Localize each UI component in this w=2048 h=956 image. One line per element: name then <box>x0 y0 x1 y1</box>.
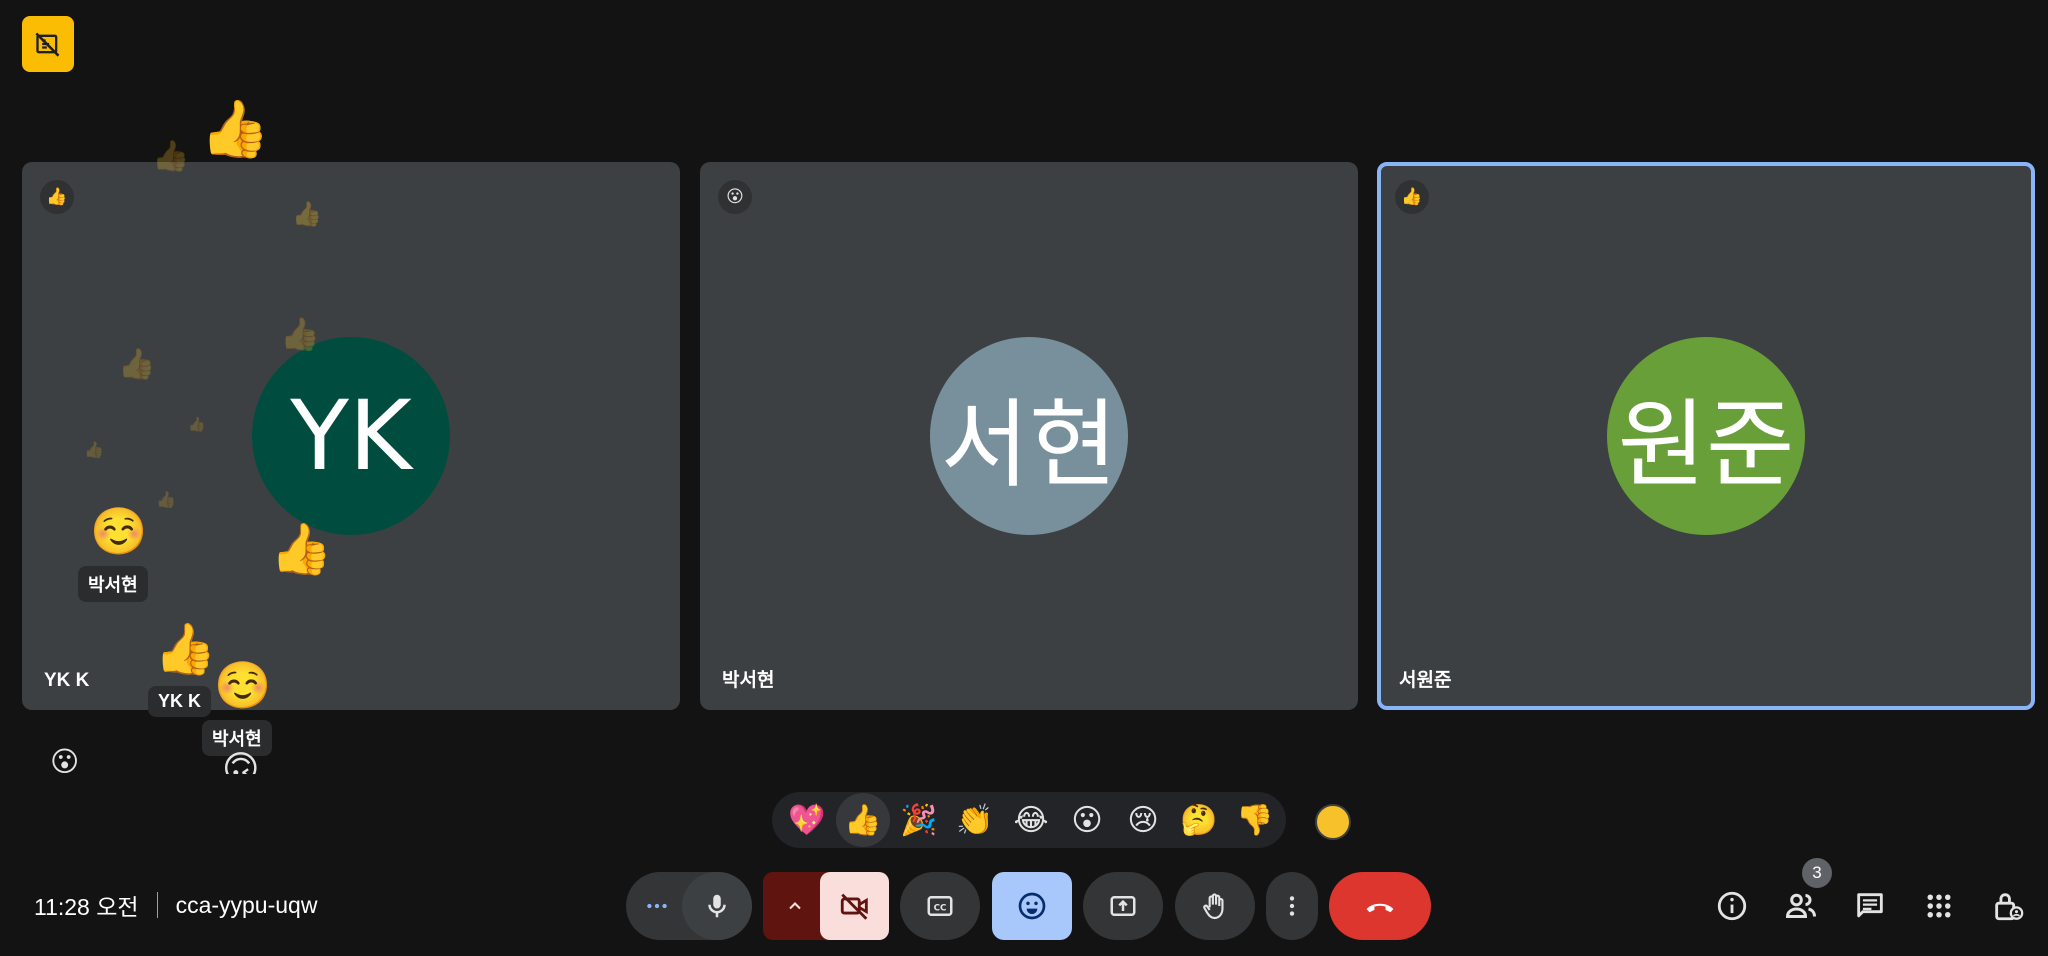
lock-person-icon <box>1995 893 2024 921</box>
avatar: 원준 <box>1607 337 1805 535</box>
reaction-clapping[interactable]: 👏 <box>948 793 1002 847</box>
surprised-face-icon: 😮 <box>718 180 752 214</box>
avatar: YK <box>252 337 450 535</box>
thumbs-up-icon: 👍 <box>84 440 104 459</box>
chevron-up-icon <box>789 902 801 910</box>
meeting-info: 11:28 오전 cca-yypu-uqw <box>34 888 317 922</box>
participant-tile-yk[interactable]: 👍 YK YK K <box>22 162 680 710</box>
reaction-sender-label: 박서현 <box>78 566 148 602</box>
meeting-time: 11:28 오전 <box>34 894 139 920</box>
videocam-off-icon <box>840 893 868 920</box>
reaction-bar: 💖 👍 🎉 👏 😂 😮 😢 🤔 👎 <box>772 792 1286 848</box>
captions-button[interactable]: CC <box>900 872 980 940</box>
raise-hand-button[interactable] <box>1175 872 1255 940</box>
svg-text:CC: CC <box>934 903 947 913</box>
meeting-code[interactable]: cca-yypu-uqw <box>176 892 318 919</box>
participant-tile-wonjun[interactable]: 👍 원준 서원준 <box>1377 162 2035 710</box>
floating-smiling-face-icon: ☺️ <box>90 504 148 558</box>
participant-name: 서원준 <box>1399 670 1452 691</box>
raise-hand-icon <box>1203 893 1224 920</box>
thumbs-up-icon: 👍 <box>280 315 320 353</box>
participant-name: 박서현 <box>722 670 775 691</box>
thumbs-up-icon: 👍 <box>292 200 322 228</box>
info-icon <box>1717 891 1747 921</box>
more-options-button[interactable] <box>1266 872 1318 940</box>
reaction-party-popper[interactable]: 🎉 <box>892 793 946 847</box>
recording-indicator[interactable] <box>22 16 74 72</box>
thumbs-up-icon: 👍 <box>152 139 190 174</box>
reaction-thinking[interactable]: 🤔 <box>1172 793 1226 847</box>
divider <box>156 892 158 918</box>
more-horiz-icon <box>647 903 667 909</box>
mic-icon <box>708 894 726 918</box>
emoji-icon <box>1018 892 1046 920</box>
thumbs-up-icon: 👍 <box>188 417 206 433</box>
participant-name: YK K <box>44 670 90 691</box>
avatar: 서현 <box>930 337 1128 535</box>
mic-button[interactable] <box>682 872 752 940</box>
audio-settings-button[interactable] <box>640 893 674 919</box>
camera-toggle-button[interactable] <box>820 872 889 940</box>
present-screen-icon <box>1110 896 1136 916</box>
call-end-icon <box>1366 903 1394 913</box>
people-icon <box>1785 893 1816 918</box>
reaction-sparkling-heart[interactable]: 💖 <box>780 793 834 847</box>
apps-icon <box>1927 894 1951 918</box>
people-button[interactable] <box>1777 882 1825 930</box>
reaction-crying[interactable]: 😢 <box>1116 793 1170 847</box>
reaction-sender-label: YK K <box>148 686 212 717</box>
no-video-recording-icon <box>35 32 60 57</box>
floating-upside-down-face-icon: 🙃 <box>222 752 260 774</box>
thumbs-up-icon: 👍 <box>118 347 156 382</box>
floating-thumbs-up-icon: 👍 <box>270 520 333 578</box>
reaction-thumbs-down[interactable]: 👎 <box>1228 793 1282 847</box>
host-controls-button[interactable] <box>1984 882 2032 930</box>
closed-caption-icon: CC <box>927 896 953 916</box>
participant-tile-seohyun[interactable]: 😮 서현 박서현 <box>700 162 1358 710</box>
meeting-details-button[interactable] <box>1708 882 1756 930</box>
floating-reaction-clip: 🙃 <box>218 752 262 774</box>
reaction-tears-of-joy[interactable]: 😂 <box>1004 793 1058 847</box>
floating-thumbs-up-icon: 👍 <box>200 97 270 162</box>
skin-tone-picker[interactable] <box>1315 804 1351 840</box>
reaction-thumbs-up[interactable]: 👍 <box>836 793 890 847</box>
end-call-button[interactable] <box>1329 872 1431 940</box>
floating-thumbs-up-icon: 👍 <box>154 620 217 678</box>
chat-icon <box>1857 893 1883 918</box>
activities-button[interactable] <box>1915 882 1963 930</box>
floating-smiling-face-icon: ☺️ <box>214 658 272 712</box>
thumbs-up-icon: 👍 <box>1395 180 1429 214</box>
reaction-sender-label: 박서현 <box>202 720 272 756</box>
reaction-surprised[interactable]: 😮 <box>1060 793 1114 847</box>
thumbs-up-icon: 👍 <box>156 490 176 509</box>
more-vert-icon <box>1289 896 1295 916</box>
reactions-button[interactable] <box>992 872 1072 940</box>
present-button[interactable] <box>1083 872 1163 940</box>
chat-button[interactable] <box>1846 882 1894 930</box>
floating-surprised-face-icon: 😮 <box>50 745 80 778</box>
thumbs-up-icon: 👍 <box>40 180 74 214</box>
